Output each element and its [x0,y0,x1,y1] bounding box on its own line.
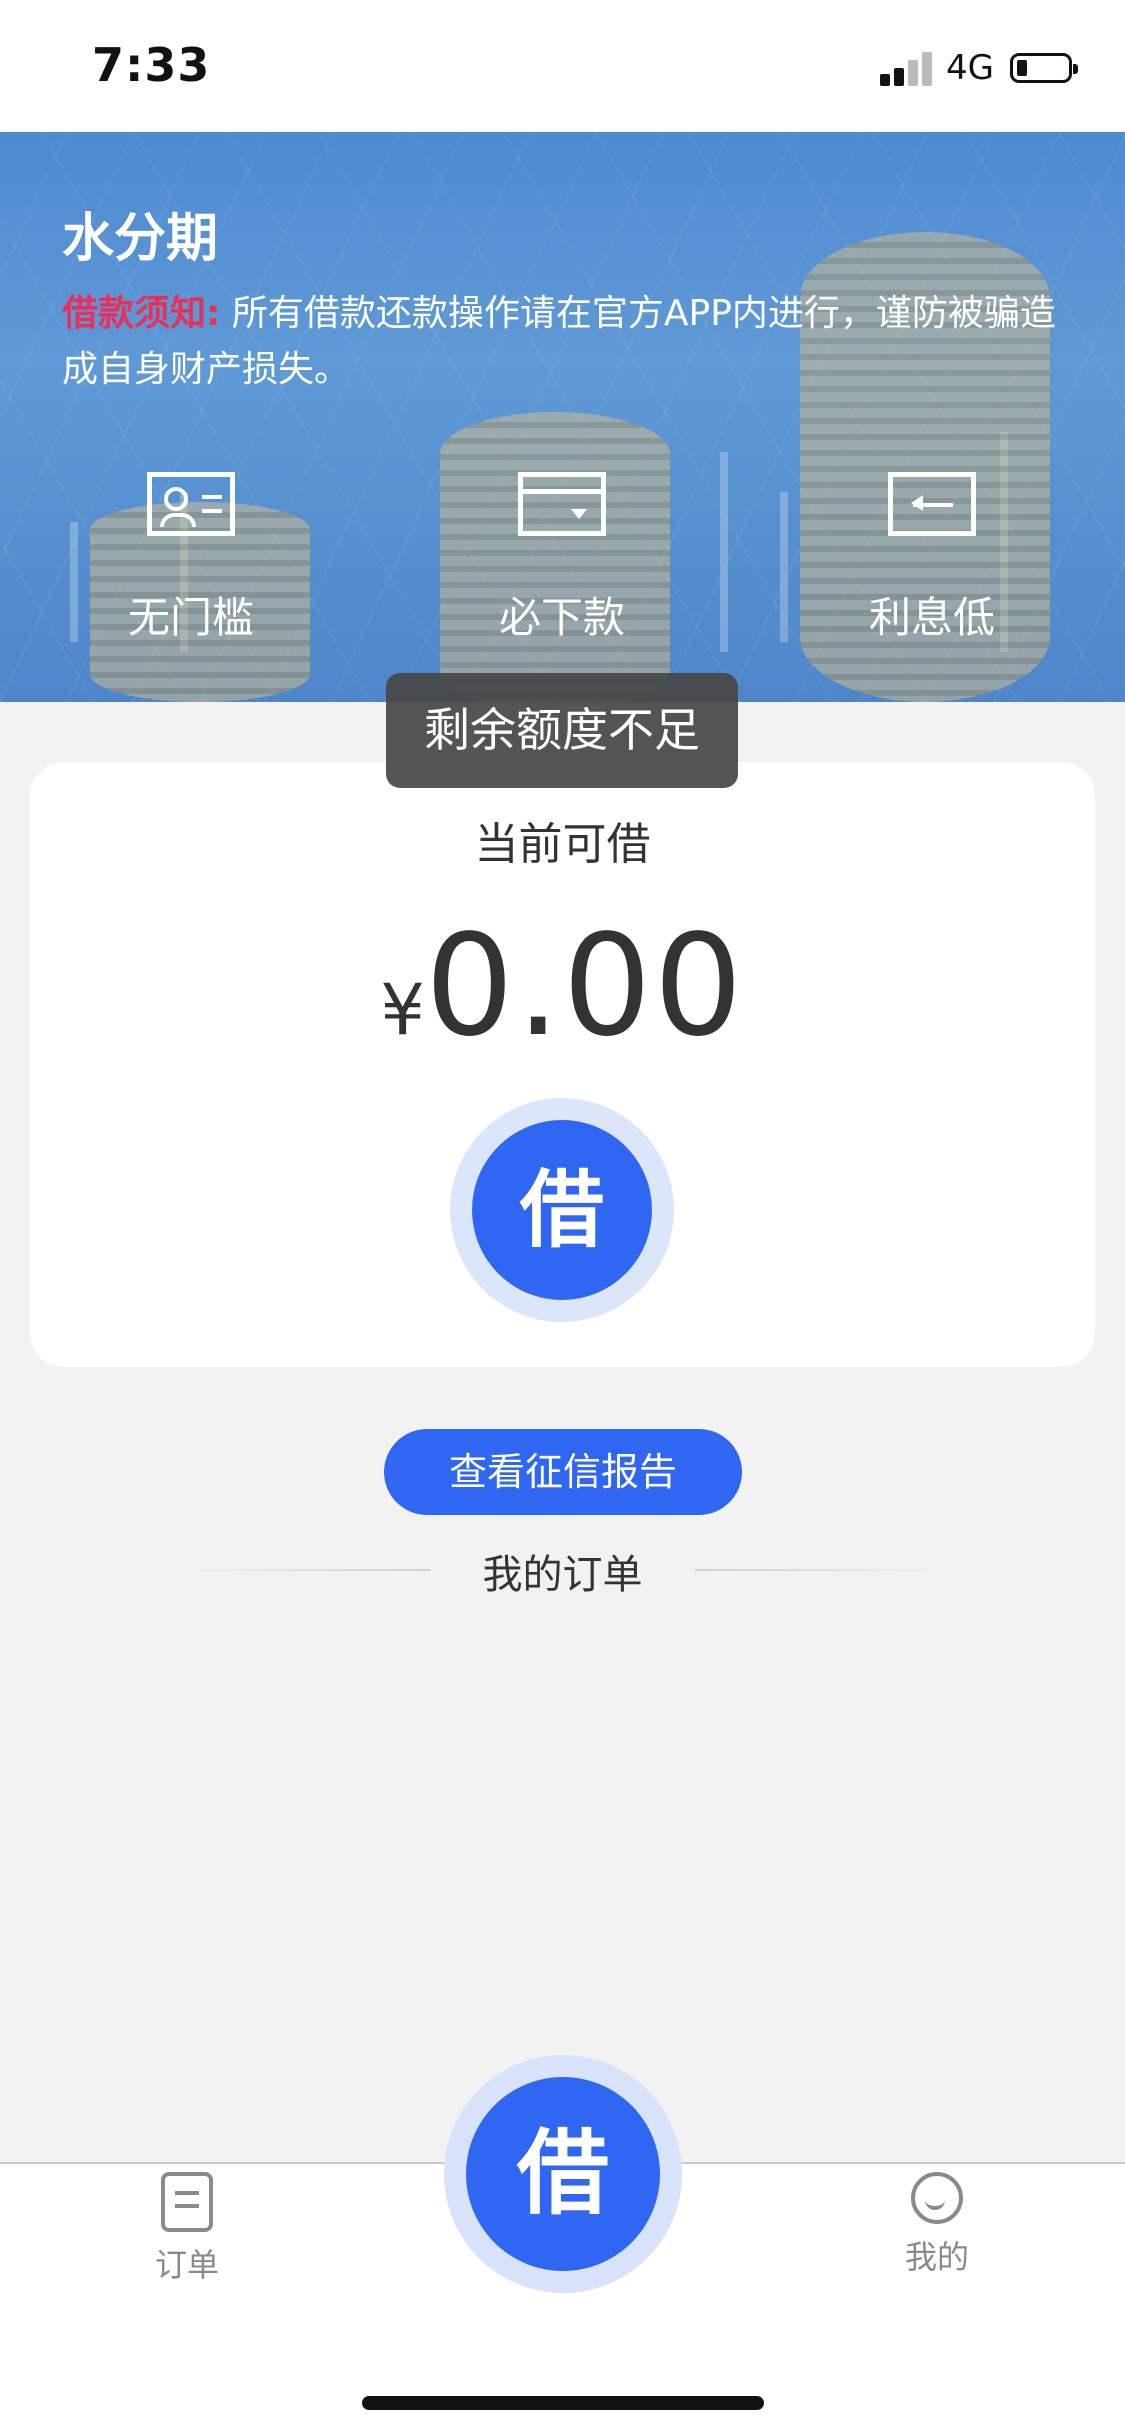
view-credit-report-button[interactable]: 查看征信报告 [384,1429,742,1515]
document-icon [161,2172,213,2232]
notice-label: 借款须知: [62,293,221,334]
loan-notice: 借款须知: 所有借款还款操作请在官方APP内进行，谨防被骗造成自身财产损失。 [62,286,1062,398]
toast-message: 剩余额度不足 [386,673,738,788]
home-indicator [362,2396,764,2410]
available-amount: ¥0.00 [0,905,1125,1068]
network-type: 4G [946,48,994,88]
signal-icon [880,52,932,86]
feature-label: 无门槛 [127,593,254,642]
borrow-button-label: 借 [472,1120,652,1300]
tab-borrow-button[interactable]: 借 [466,2077,660,2271]
tab-mine[interactable]: 我的 [857,2172,1017,2278]
amount-value: 0.00 [424,905,745,1068]
feature-label: 利息低 [868,593,995,642]
wallet-icon [518,472,606,536]
id-card-icon [147,472,235,536]
divider-right [695,1569,945,1571]
interest-icon [888,472,976,536]
status-time: 7:33 [92,38,211,92]
feature-guaranteed: 必下款 [452,472,672,645]
my-orders-title: 我的订单 [482,1552,643,1598]
feature-label: 必下款 [498,593,625,642]
tab-orders-label: 订单 [154,2246,219,2284]
tab-orders[interactable]: 订单 [107,2172,267,2286]
battery-icon [1010,53,1078,83]
app-title: 水分期 [62,209,219,269]
borrow-button[interactable]: 借 [450,1098,674,1322]
feature-no-threshold: 无门槛 [81,472,301,645]
currency-symbol: ¥ [380,969,425,1051]
tab-mine-label: 我的 [904,2238,969,2276]
feature-low-interest: 利息低 [822,472,1042,645]
user-icon [911,2172,963,2224]
available-credit-title: 当前可借 [474,819,651,870]
